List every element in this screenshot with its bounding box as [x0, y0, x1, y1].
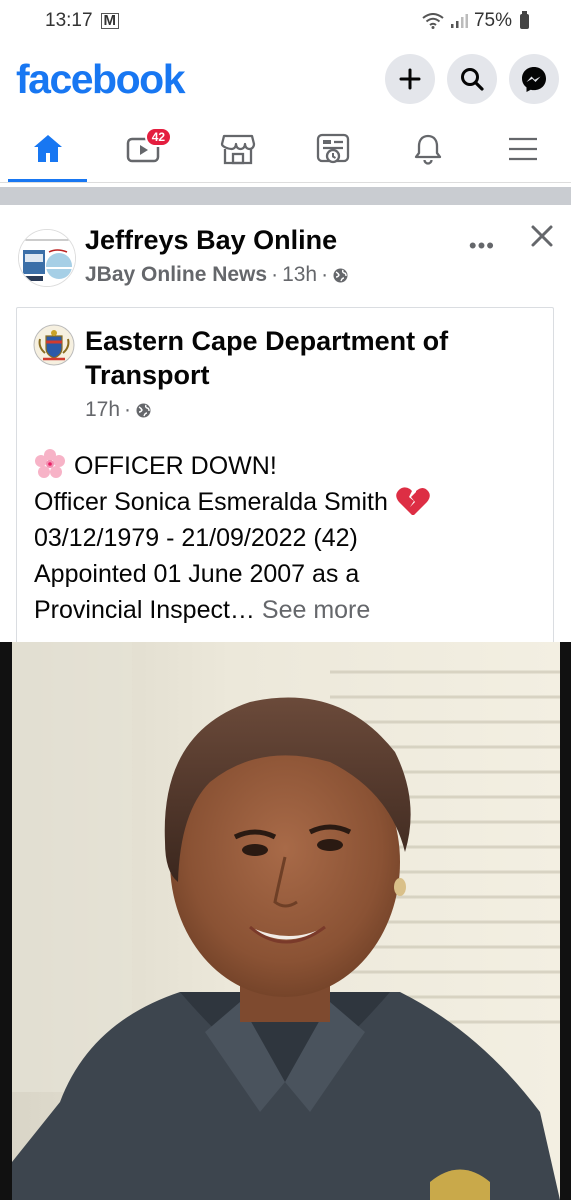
search-button[interactable] — [447, 54, 497, 104]
shared-author-avatar[interactable] — [33, 324, 75, 366]
plus-icon — [399, 68, 421, 90]
sub-page-name[interactable]: JBay Online News — [85, 263, 267, 287]
tab-notifications[interactable] — [381, 115, 476, 182]
create-button[interactable] — [385, 54, 435, 104]
portrait-photo — [0, 642, 571, 1200]
globe-icon — [136, 403, 151, 417]
video-badge: 42 — [144, 127, 173, 147]
clock: 13:17 — [45, 10, 93, 31]
text-line-3: 03/12/1979 - 21/09/2022 (42) — [34, 524, 358, 552]
cherry-blossom-icon — [35, 449, 65, 478]
shared-author-name[interactable]: Eastern Cape Department of Transport — [85, 324, 525, 392]
close-icon — [531, 225, 553, 247]
post-meta: JBay Online News · 13h · — [85, 263, 349, 287]
marketplace-icon — [220, 134, 256, 164]
text-line-5: Provincial Inspect… See more — [34, 596, 371, 624]
tab-news[interactable] — [286, 115, 381, 182]
status-bar: 13:17 M 75% — [0, 0, 571, 42]
feed-post: Jeffreys Bay Online JBay Online News · 1… — [0, 205, 571, 1200]
wifi-icon — [422, 13, 444, 29]
battery-icon — [520, 10, 529, 29]
bell-icon — [415, 134, 442, 165]
more-options-button[interactable]: ••• — [469, 233, 495, 259]
shared-post-meta: 17h · — [85, 398, 152, 422]
post-header: Jeffreys Bay Online JBay Online News · 1… — [18, 223, 555, 297]
tab-marketplace[interactable] — [190, 115, 285, 182]
battery-text: 75% — [473, 10, 512, 31]
page-avatar[interactable] — [18, 229, 76, 287]
app-header: facebook — [0, 50, 571, 108]
see-more-link[interactable]: See more — [262, 596, 370, 624]
signal-icon — [450, 14, 468, 28]
headline: OFFICER DOWN! — [74, 452, 277, 480]
facebook-logo[interactable]: facebook — [16, 56, 186, 103]
close-post-button[interactable] — [529, 223, 555, 257]
feed-separator — [0, 187, 571, 205]
post-photo[interactable] — [0, 642, 571, 1200]
globe-icon — [333, 268, 348, 282]
tab-home[interactable] — [0, 115, 95, 182]
gmail-icon: M — [100, 13, 120, 29]
nav-tabs: 42 — [0, 115, 571, 183]
tab-video[interactable]: 42 — [95, 115, 190, 182]
broken-heart-icon — [396, 487, 430, 515]
search-icon — [461, 68, 484, 91]
post-text: OFFICER DOWN! Officer Sonica Esmeralda S… — [34, 448, 544, 628]
hamburger-icon — [509, 137, 538, 160]
home-icon — [33, 134, 62, 162]
shared-post[interactable]: Eastern Cape Department of Transport 17h… — [16, 307, 554, 647]
shared-post-time[interactable]: 17h — [85, 398, 120, 422]
text-line-1: OFFICER DOWN! — [34, 448, 544, 484]
page-name[interactable]: Jeffreys Bay Online — [85, 225, 337, 256]
tab-menu[interactable] — [476, 115, 571, 182]
messenger-icon — [522, 67, 546, 92]
cochrane-removals-logo — [19, 230, 75, 286]
messenger-button[interactable] — [509, 54, 559, 104]
news-icon — [316, 133, 350, 163]
post-time[interactable]: 13h — [282, 263, 317, 287]
text-line-4: Appointed 01 June 2007 as a — [34, 560, 360, 588]
coat-of-arms-icon — [33, 324, 75, 366]
text-line-2: Officer Sonica Esmeralda Smith — [34, 484, 544, 520]
